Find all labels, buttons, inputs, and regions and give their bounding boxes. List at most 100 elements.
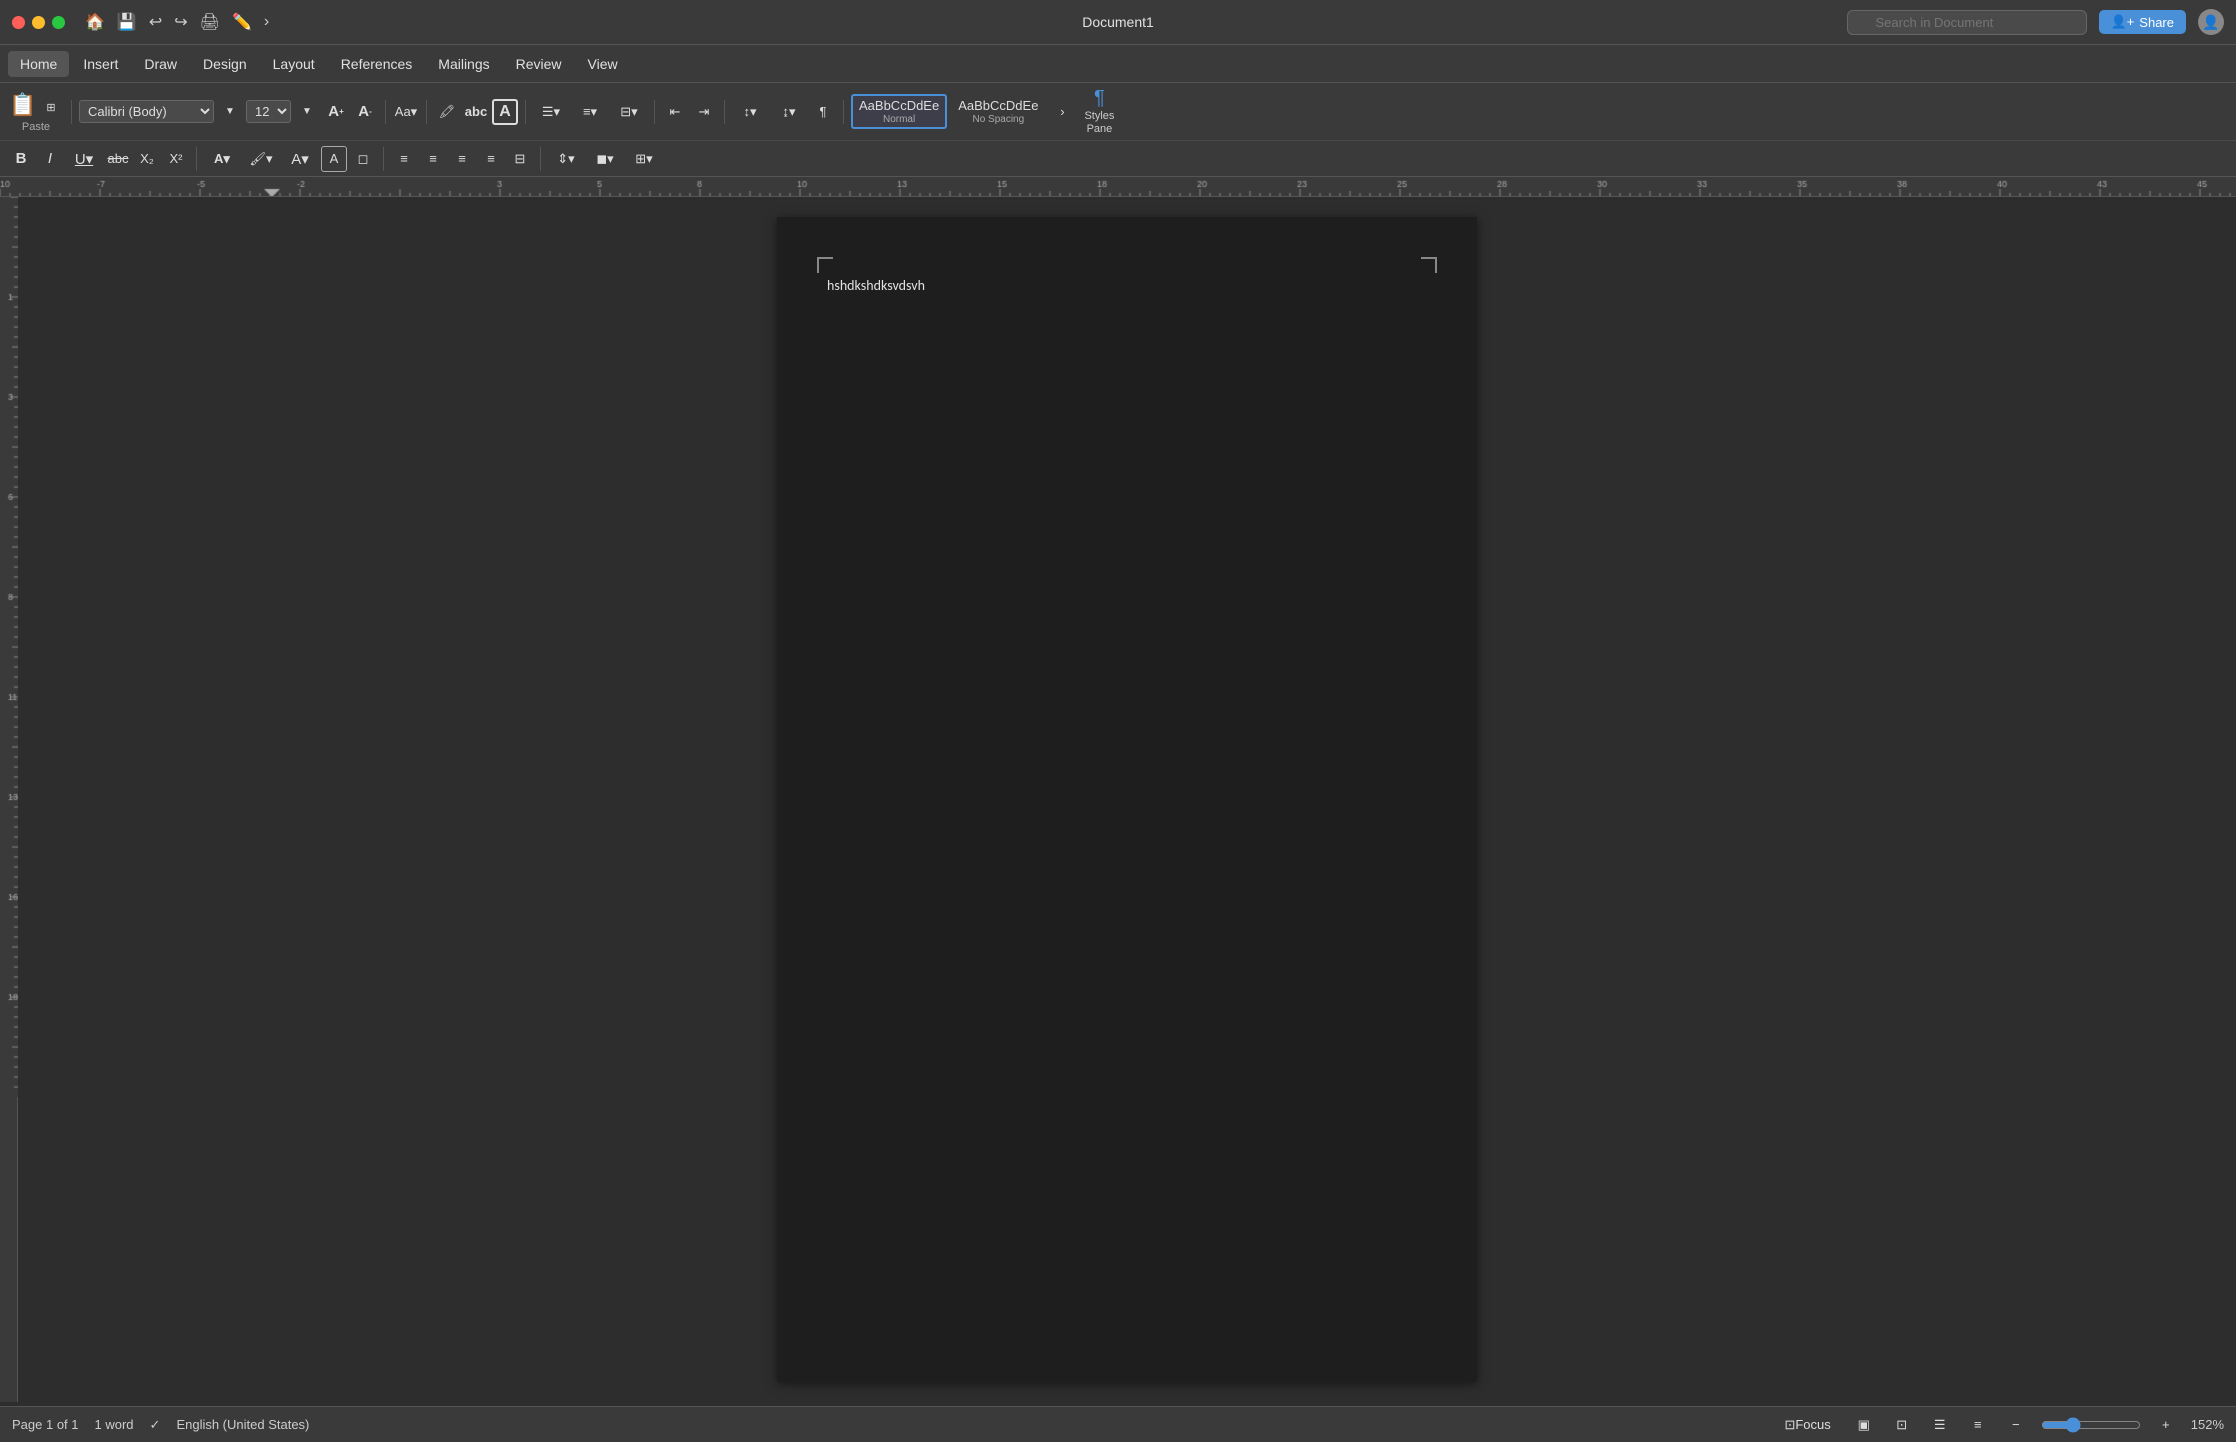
focus-button[interactable]: ⊡ Focus xyxy=(1776,1412,1838,1438)
highlight-button[interactable]: 🖍 xyxy=(434,99,460,125)
style-nospacing-label: No Spacing xyxy=(958,114,1038,125)
styles-pane-icon: ¶ xyxy=(1094,87,1105,110)
borders-button[interactable]: ⊞▾ xyxy=(626,146,662,172)
web-layout-button[interactable]: ⊡ xyxy=(1889,1412,1915,1438)
search-container: 🔍 xyxy=(1847,10,2087,35)
menu-item-mailings[interactable]: Mailings xyxy=(426,51,501,77)
share-button[interactable]: 👤+ Share xyxy=(2099,10,2186,34)
text-effect-button[interactable]: A▾ xyxy=(282,146,318,172)
maximize-button[interactable] xyxy=(52,16,65,29)
increase-indent-button[interactable]: ⇥ xyxy=(691,99,717,125)
menu-item-design[interactable]: Design xyxy=(191,51,259,77)
redo-icon[interactable]: ↪ xyxy=(174,12,187,32)
underline-button[interactable]: U▾ xyxy=(66,146,102,172)
clipboard-format-icon[interactable]: ⊞ xyxy=(38,94,64,120)
styles-scroll-right[interactable]: › xyxy=(1049,99,1075,125)
line-spacing-button[interactable]: ↨▾ xyxy=(771,99,807,125)
format-A-button[interactable]: A xyxy=(492,99,518,125)
menu-item-layout[interactable]: Layout xyxy=(261,51,327,77)
menu-item-view[interactable]: View xyxy=(576,51,630,77)
status-bar: Page 1 of 1 1 word ✓ English (United Sta… xyxy=(0,1406,2236,1442)
home-icon[interactable]: 🏠 xyxy=(85,12,105,32)
menu-item-insert[interactable]: Insert xyxy=(71,51,130,77)
zoom-in-button[interactable]: + xyxy=(2153,1412,2179,1438)
page-content: hshdkshdksvdsvh xyxy=(777,217,1477,1382)
save-icon[interactable]: 💾 xyxy=(117,12,137,32)
align-left-button[interactable]: ≡ xyxy=(391,146,417,172)
paste-group: 📋 ⊞ Paste xyxy=(8,90,64,133)
menu-item-home[interactable]: Home xyxy=(8,51,69,77)
menu-item-review[interactable]: Review xyxy=(504,51,574,77)
word-count: 1 word xyxy=(95,1417,134,1432)
toolbars: 📋 ⊞ Paste Calibri (Body) ▼ 12 ▼ A+ A- Aa… xyxy=(0,83,2236,177)
sep-8 xyxy=(196,147,197,171)
bullet-list-button[interactable]: ☰▾ xyxy=(533,99,569,125)
styles-pane-button[interactable]: ¶ StylesPane xyxy=(1078,85,1120,138)
menu-item-draw[interactable]: Draw xyxy=(132,51,189,77)
highlight-color-button[interactable]: 🖌▾ xyxy=(243,146,279,172)
outline-view-button[interactable]: ☰ xyxy=(1927,1412,1953,1438)
strikethrough-button[interactable]: abc xyxy=(105,146,131,172)
show-formatting-button[interactable]: ¶ xyxy=(810,99,836,125)
zoom-out-button[interactable]: − xyxy=(2003,1412,2029,1438)
paragraph-shading-button[interactable]: ◼▾ xyxy=(587,146,623,172)
minimize-button[interactable] xyxy=(32,16,45,29)
print-layout-button[interactable]: ▣ xyxy=(1851,1412,1877,1438)
more-icon[interactable]: › xyxy=(264,13,269,31)
draft-view-button[interactable]: ≡ xyxy=(1965,1412,1991,1438)
print-icon[interactable]: 🖨 xyxy=(200,12,220,32)
proofread-icon[interactable]: ✓ xyxy=(150,1417,161,1433)
text-border-button[interactable]: A xyxy=(321,146,347,172)
sep-3 xyxy=(426,100,427,124)
font-size-arrow[interactable]: ▼ xyxy=(294,99,320,125)
clear-format-button[interactable]: abc xyxy=(463,99,489,125)
paste-icon[interactable]: 📋 xyxy=(8,90,38,120)
italic-button[interactable]: I xyxy=(37,146,63,172)
font-size-select[interactable]: 12 xyxy=(246,100,291,123)
sep-6 xyxy=(724,100,725,124)
font-family-arrow[interactable]: ▼ xyxy=(217,99,243,125)
document-area[interactable]: hshdkshdksvdsvh xyxy=(18,197,2236,1402)
sep-9 xyxy=(383,147,384,171)
style-normal[interactable]: AaBbCcDdEe Normal xyxy=(851,94,947,129)
style-nospacing[interactable]: AaBbCcDdEe No Spacing xyxy=(950,94,1046,129)
undo-icon[interactable]: ↩ xyxy=(149,12,162,32)
toolbar-row-2: B I U▾ abc X₂ X² A▾ 🖌▾ A▾ A ◻ ≡ ≡ ≡ ≡ ⊟ … xyxy=(0,140,2236,176)
search-input[interactable] xyxy=(1847,10,2087,35)
sort-button[interactable]: ↕▾ xyxy=(732,99,768,125)
font-color-button[interactable]: A▾ xyxy=(204,146,240,172)
distribute-button[interactable]: ⊟ xyxy=(507,146,533,172)
ruler xyxy=(0,177,2236,197)
align-center-button[interactable]: ≡ xyxy=(420,146,446,172)
increase-font-button[interactable]: A+ xyxy=(323,99,349,125)
v-ruler-canvas xyxy=(0,197,18,1097)
bold-button[interactable]: B xyxy=(8,146,34,172)
sep-4 xyxy=(525,100,526,124)
ruby-text-button[interactable]: ◻ xyxy=(350,146,376,172)
menu-item-references[interactable]: References xyxy=(329,51,425,77)
window-icons: 🏠 💾 ↩ ↪ 🖨 ✏️ › xyxy=(85,12,269,32)
status-right: ⊡ Focus ▣ ⊡ ☰ ≡ − + 152% xyxy=(1776,1412,2224,1438)
superscript-button[interactable]: X² xyxy=(163,146,189,172)
document-text[interactable]: hshdkshdksvdsvh xyxy=(827,277,1427,294)
outline-list-button[interactable]: ⊟▾ xyxy=(611,99,647,125)
paste-label: Paste xyxy=(22,121,50,133)
customize-icon[interactable]: ✏️ xyxy=(232,12,252,32)
user-avatar[interactable]: 👤 xyxy=(2198,9,2224,35)
align-right-button[interactable]: ≡ xyxy=(449,146,475,172)
style-normal-preview: AaBbCcDdEe xyxy=(859,98,939,113)
decrease-font-button[interactable]: A- xyxy=(352,99,378,125)
font-family-select[interactable]: Calibri (Body) xyxy=(79,100,214,123)
subscript-button[interactable]: X₂ xyxy=(134,146,160,172)
number-list-button[interactable]: ≡▾ xyxy=(572,99,608,125)
line-spacing2-button[interactable]: ⇕▾ xyxy=(548,146,584,172)
sep-2 xyxy=(385,100,386,124)
justify-button[interactable]: ≡ xyxy=(478,146,504,172)
language: English (United States) xyxy=(176,1417,309,1432)
close-button[interactable] xyxy=(12,16,25,29)
sep-5 xyxy=(654,100,655,124)
decrease-indent-button[interactable]: ⇤ xyxy=(662,99,688,125)
sep-7 xyxy=(843,100,844,124)
change-case-button[interactable]: Aa▾ xyxy=(393,99,419,125)
zoom-slider[interactable] xyxy=(2041,1417,2141,1433)
